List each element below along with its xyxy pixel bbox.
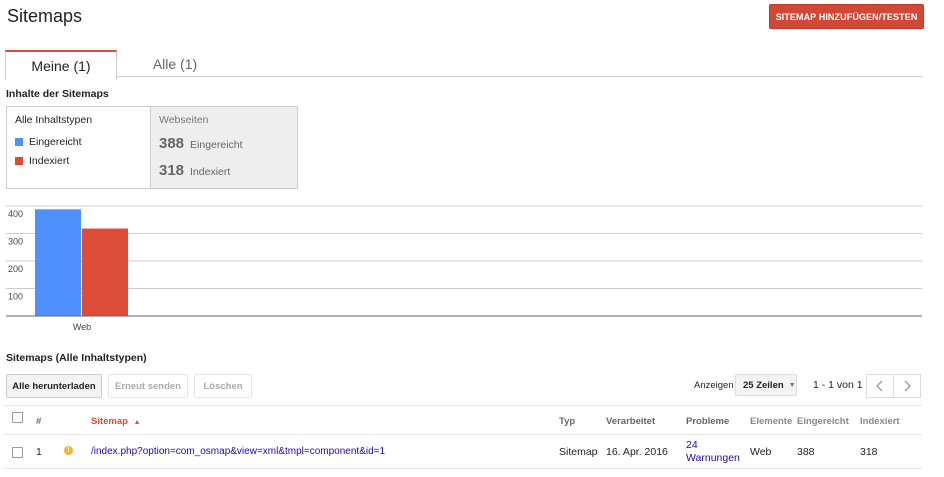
col-sitemap-sort[interactable]: Sitemap ▲ (91, 416, 141, 427)
legend-label: Indexiert (29, 155, 70, 167)
row-number: 1 (36, 446, 42, 458)
stat-submitted: 388 Eingereicht (159, 135, 243, 152)
col-issues[interactable]: Probleme (686, 416, 729, 427)
x-tick-label: Web (73, 322, 91, 332)
row-divider (5, 468, 922, 469)
previous-page-button[interactable] (866, 374, 894, 398)
pagination-info: 1 - 1 von 1 (813, 379, 863, 391)
select-all-checkbox[interactable] (12, 412, 23, 423)
sitemap-link[interactable]: /index.php?option=com_osmap&view=xml&tmp… (91, 446, 385, 457)
submitted-swatch (15, 138, 23, 146)
col-type[interactable]: Typ (559, 416, 575, 427)
y-tick-label: 100 (8, 292, 23, 302)
stat-value: 388 (159, 135, 185, 152)
legend-item-indexed: Indexiert (15, 155, 69, 167)
col-indexed: Indexiert (860, 416, 900, 427)
warning-icon[interactable]: ! (64, 446, 73, 455)
y-tick-label: 300 (8, 237, 23, 247)
chevron-down-icon: ▼ (788, 381, 796, 389)
add-test-sitemap-button[interactable]: SITEMAP HINZUFÜGEN/TESTEN (769, 4, 924, 29)
show-label: Anzeigen (694, 380, 734, 391)
rows-per-page-value: 25 Zeilen (743, 379, 784, 391)
bar-eingereicht (35, 209, 81, 316)
row-submitted: 388 (797, 446, 815, 458)
issues-count: 24 (686, 439, 698, 451)
stat-label: Eingereicht (190, 139, 243, 151)
stat-value: 318 (159, 162, 185, 179)
y-tick-label: 400 (8, 209, 23, 219)
col-processed[interactable]: Verarbeitet (606, 416, 655, 427)
row-processed: 16. Apr. 2016 (606, 446, 668, 458)
col-elements: Elemente (750, 416, 793, 427)
row-elements: Web (750, 446, 772, 458)
header-divider (5, 434, 922, 435)
chevron-right-icon (904, 380, 912, 392)
download-all-button[interactable]: Alle herunterladen (6, 374, 102, 398)
content-type-legend[interactable]: Alle Inhaltstypen Eingereicht Indexiert (6, 106, 151, 189)
rows-per-page-select[interactable]: 25 Zeilen ▼ (735, 374, 797, 396)
indexed-swatch (15, 157, 23, 165)
row-type: Sitemap (559, 446, 598, 458)
stat-label: Indexiert (190, 166, 231, 178)
chevron-left-icon (875, 380, 883, 392)
tab-mine[interactable]: Meine (1) (5, 50, 117, 80)
legend-item-submitted: Eingereicht (15, 136, 82, 148)
stats-title: Webseiten (159, 114, 209, 126)
resend-button[interactable]: Erneut senden (108, 374, 188, 398)
page-title: Sitemaps (7, 6, 83, 26)
stat-indexed: 318 Indexiert (159, 162, 230, 179)
col-submitted: Eingereicht (797, 416, 849, 427)
contents-heading: Inhalte der Sitemaps (6, 88, 109, 100)
next-page-button[interactable] (894, 374, 921, 398)
sitemap-contents-chart: 100 200 300 400 Web (6, 205, 922, 332)
col-sitemap-label: Sitemap (91, 416, 128, 427)
issues-label: Warnungen (686, 452, 740, 464)
sitemaps-list-heading: Sitemaps (Alle Inhaltstypen) (6, 352, 147, 364)
bar-indexiert (82, 228, 128, 316)
legend-title: Alle Inhaltstypen (15, 114, 93, 126)
legend-label: Eingereicht (29, 136, 82, 148)
row-indexed: 318 (860, 446, 878, 458)
sort-ascending-icon: ▲ (133, 419, 141, 426)
issues-link[interactable]: 24 Warnungen (686, 439, 740, 465)
tab-all[interactable]: Alle (1) (120, 50, 230, 77)
col-number: # (36, 416, 42, 427)
row-checkbox[interactable] (12, 447, 23, 458)
webpages-stats: Webseiten 388 Eingereicht 318 Indexiert (150, 106, 298, 189)
table-top-divider (5, 405, 922, 406)
y-tick-label: 200 (8, 264, 23, 274)
delete-button[interactable]: Löschen (194, 374, 252, 398)
